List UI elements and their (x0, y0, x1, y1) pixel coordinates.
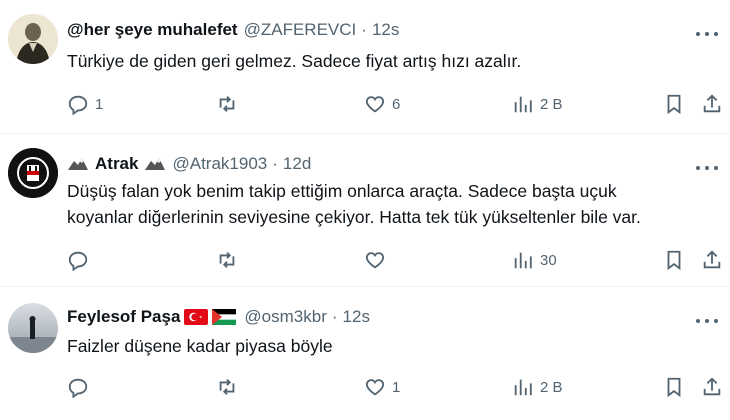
action-bar: 1 2 B (0, 375, 730, 399)
heart-icon (365, 96, 385, 113)
share-icon (703, 250, 721, 269)
share-button[interactable] (701, 375, 723, 399)
view-count: 2 B (540, 378, 563, 396)
heart-icon (365, 379, 385, 396)
retweet-icon (219, 252, 235, 268)
handle[interactable]: @ZAFEREVCI (244, 20, 357, 40)
avatar[interactable] (8, 14, 58, 64)
timestamp[interactable]: 12s (343, 307, 370, 327)
like-button[interactable]: 6 (364, 92, 400, 116)
timestamp[interactable]: 12s (372, 20, 399, 40)
palestine-flag-icon (212, 309, 237, 325)
eagle-emoji-icon (68, 158, 88, 170)
turkey-flag-icon (184, 309, 209, 325)
separator: · (331, 307, 338, 326)
tweet-header: Atrak @Atrak1903 · 12d (67, 154, 311, 174)
retweet-button[interactable] (216, 92, 244, 116)
bookmark-icon (667, 250, 681, 271)
like-count: 1 (392, 378, 401, 396)
tweet-text-line: koyanlar diğerlerinin seviyesine çekiyor… (67, 207, 641, 227)
like-count: 6 (392, 95, 401, 113)
action-bar: 1 6 2 B (0, 92, 730, 116)
display-name[interactable]: @her şeye muhalefet (67, 20, 238, 40)
view-count: 30 (540, 251, 557, 269)
views-button[interactable]: 30 (512, 248, 557, 272)
heart-icon (365, 252, 385, 269)
views-button[interactable]: 2 B (512, 375, 563, 399)
like-button[interactable] (364, 248, 392, 272)
more-dots-icon[interactable] (696, 26, 718, 42)
avatar[interactable] (8, 148, 58, 198)
tweet-text: Türkiye de giden geri gelmez. Sadece fiy… (67, 51, 522, 71)
reply-icon (68, 251, 88, 271)
share-icon (703, 94, 721, 113)
reply-button[interactable]: 1 (67, 92, 103, 116)
tweet-text: Düşüş falan yok benim takip ettiğim onla… (67, 178, 641, 230)
views-bar-chart-icon (514, 96, 532, 113)
eagle-emoji-icon (145, 158, 166, 170)
retweet-icon (219, 379, 235, 395)
share-button[interactable] (701, 92, 723, 116)
bookmark-button[interactable] (663, 248, 685, 272)
retweet-button[interactable] (216, 248, 244, 272)
tweet-1[interactable]: @her şeye muhalefet @ZAFEREVCI · 12s Tür… (0, 0, 730, 133)
separator: · (361, 20, 367, 39)
tweet-header: @her şeye muhalefet @ZAFEREVCI · 12s (67, 20, 399, 40)
tweet-header: Feylesof Paşa @osm3kbr · 12s (67, 307, 370, 327)
bookmark-button[interactable] (663, 92, 685, 116)
views-button[interactable]: 2 B (512, 92, 563, 116)
bookmark-icon (667, 377, 681, 398)
reply-count: 1 (95, 95, 104, 113)
reply-icon (68, 378, 88, 398)
retweet-button[interactable] (216, 375, 244, 399)
reply-button[interactable] (67, 248, 95, 272)
share-button[interactable] (701, 248, 723, 272)
views-bar-chart-icon (514, 252, 532, 269)
view-count: 2 B (540, 95, 563, 113)
reply-button[interactable] (67, 375, 95, 399)
share-icon (703, 377, 721, 396)
separator: · (272, 154, 278, 173)
display-name[interactable]: Feylesof Paşa (67, 307, 180, 327)
tweet-text-line: Düşüş falan yok benim takip ettiğim onla… (67, 181, 617, 201)
reply-icon (68, 95, 88, 115)
like-button[interactable]: 1 (364, 375, 400, 399)
handle[interactable]: @osm3kbr (244, 307, 326, 327)
avatar[interactable] (8, 303, 58, 353)
views-bar-chart-icon (514, 379, 532, 396)
tweet-text: Faizler düşene kadar piyasa böyle (67, 336, 333, 356)
display-name[interactable]: Atrak (95, 154, 138, 174)
more-dots-icon[interactable] (696, 160, 718, 176)
retweet-icon (219, 96, 235, 112)
tweet-3[interactable]: Feylesof Paşa @osm3kbr · 12s Faizler düş… (0, 287, 730, 420)
handle[interactable]: @Atrak1903 (172, 154, 267, 174)
action-bar: 30 (0, 248, 730, 272)
timestamp[interactable]: 12d (283, 154, 311, 174)
tweet-2[interactable]: Atrak @Atrak1903 · 12d Düşüş falan yok b… (0, 134, 730, 286)
more-dots-icon[interactable] (696, 313, 718, 329)
bookmark-icon (667, 94, 681, 115)
bookmark-button[interactable] (663, 375, 685, 399)
